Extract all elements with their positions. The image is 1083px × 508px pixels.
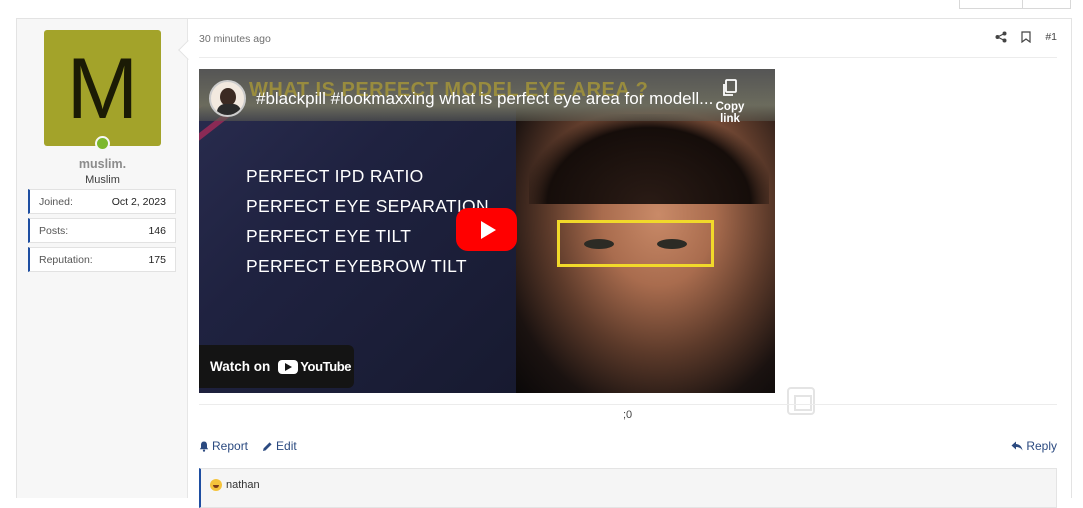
copy-link-label: Copy link [715, 101, 745, 125]
reaction-user[interactable]: nathan [226, 479, 260, 491]
avatar-letter: M [66, 41, 139, 137]
youtube-play-icon [278, 359, 299, 374]
stat-label: Joined: [39, 195, 73, 208]
laughing-emoji-icon [210, 479, 222, 491]
report-button[interactable]: Report [199, 439, 248, 453]
share-icon[interactable] [995, 31, 1007, 43]
stat-value: Oct 2, 2023 [111, 195, 166, 208]
divider [199, 57, 1057, 58]
post-actions: Report Edit [199, 439, 297, 453]
eye-highlight-box [557, 220, 714, 267]
reply-icon [1011, 441, 1023, 451]
user-sidebar: M muslim. Muslim Joined: Oct 2, 2023 Post… [17, 19, 188, 498]
edit-button[interactable]: Edit [262, 439, 297, 453]
copy-link-button[interactable]: Copy link [705, 79, 755, 125]
signature: ;0 [623, 409, 633, 421]
embed-icon[interactable] [787, 387, 815, 415]
thumbnail-bullet: PERFECT IPD RATIO [246, 166, 424, 186]
play-button[interactable] [456, 208, 517, 251]
post-content: 30 minutes ago #1 PERFECT IPD RATIO PERF… [199, 19, 1057, 508]
user-title: Muslim [85, 174, 120, 186]
reactions-bar[interactable]: nathan [199, 468, 1057, 508]
post-tools: #1 [995, 31, 1057, 43]
reaction-line: nathan [210, 479, 260, 491]
avatar[interactable]: M [44, 30, 161, 146]
watch-on-youtube-button[interactable]: Watch on YouTube [199, 345, 354, 388]
video-title[interactable]: #blackpill #lookmaxxing what is perfect … [256, 89, 713, 109]
thumbnail-bullet: PERFECT EYE SEPARATION [246, 196, 489, 216]
copy-icon [723, 79, 737, 96]
top-button-right[interactable] [1023, 0, 1071, 9]
online-indicator [95, 136, 110, 151]
channel-avatar[interactable] [209, 80, 246, 117]
post-container: M muslim. Muslim Joined: Oct 2, 2023 Post… [16, 18, 1072, 508]
stat-value: 175 [148, 253, 166, 266]
stat-joined: Joined: Oct 2, 2023 [28, 189, 176, 214]
reply-button[interactable]: Reply [1011, 439, 1057, 453]
youtube-logo: YouTube [278, 359, 352, 374]
bell-icon [199, 441, 209, 452]
thumbnail-bullet: PERFECT EYEBROW TILT [246, 256, 467, 276]
thumbnail-hair [529, 114, 769, 204]
bookmark-icon[interactable] [1021, 31, 1031, 43]
pencil-icon [263, 441, 272, 451]
watch-on-label: Watch on [210, 359, 271, 374]
username[interactable]: muslim. [17, 157, 188, 171]
post-number[interactable]: #1 [1045, 31, 1057, 43]
stat-posts: Posts: 146 [28, 218, 176, 243]
stat-reputation: Reputation: 175 [28, 247, 176, 272]
stat-label: Posts: [39, 224, 69, 237]
top-button-left[interactable] [959, 0, 1023, 9]
thumbnail-bullet: PERFECT EYE TILT [246, 226, 412, 246]
stat-label: Reputation: [39, 253, 93, 266]
youtube-embed[interactable]: PERFECT IPD RATIO PERFECT EYE SEPARATION… [199, 69, 775, 393]
divider [199, 404, 1057, 405]
stat-value[interactable]: 146 [148, 225, 166, 237]
post-time[interactable]: 30 minutes ago [199, 33, 271, 45]
top-button-group [959, 0, 1071, 9]
